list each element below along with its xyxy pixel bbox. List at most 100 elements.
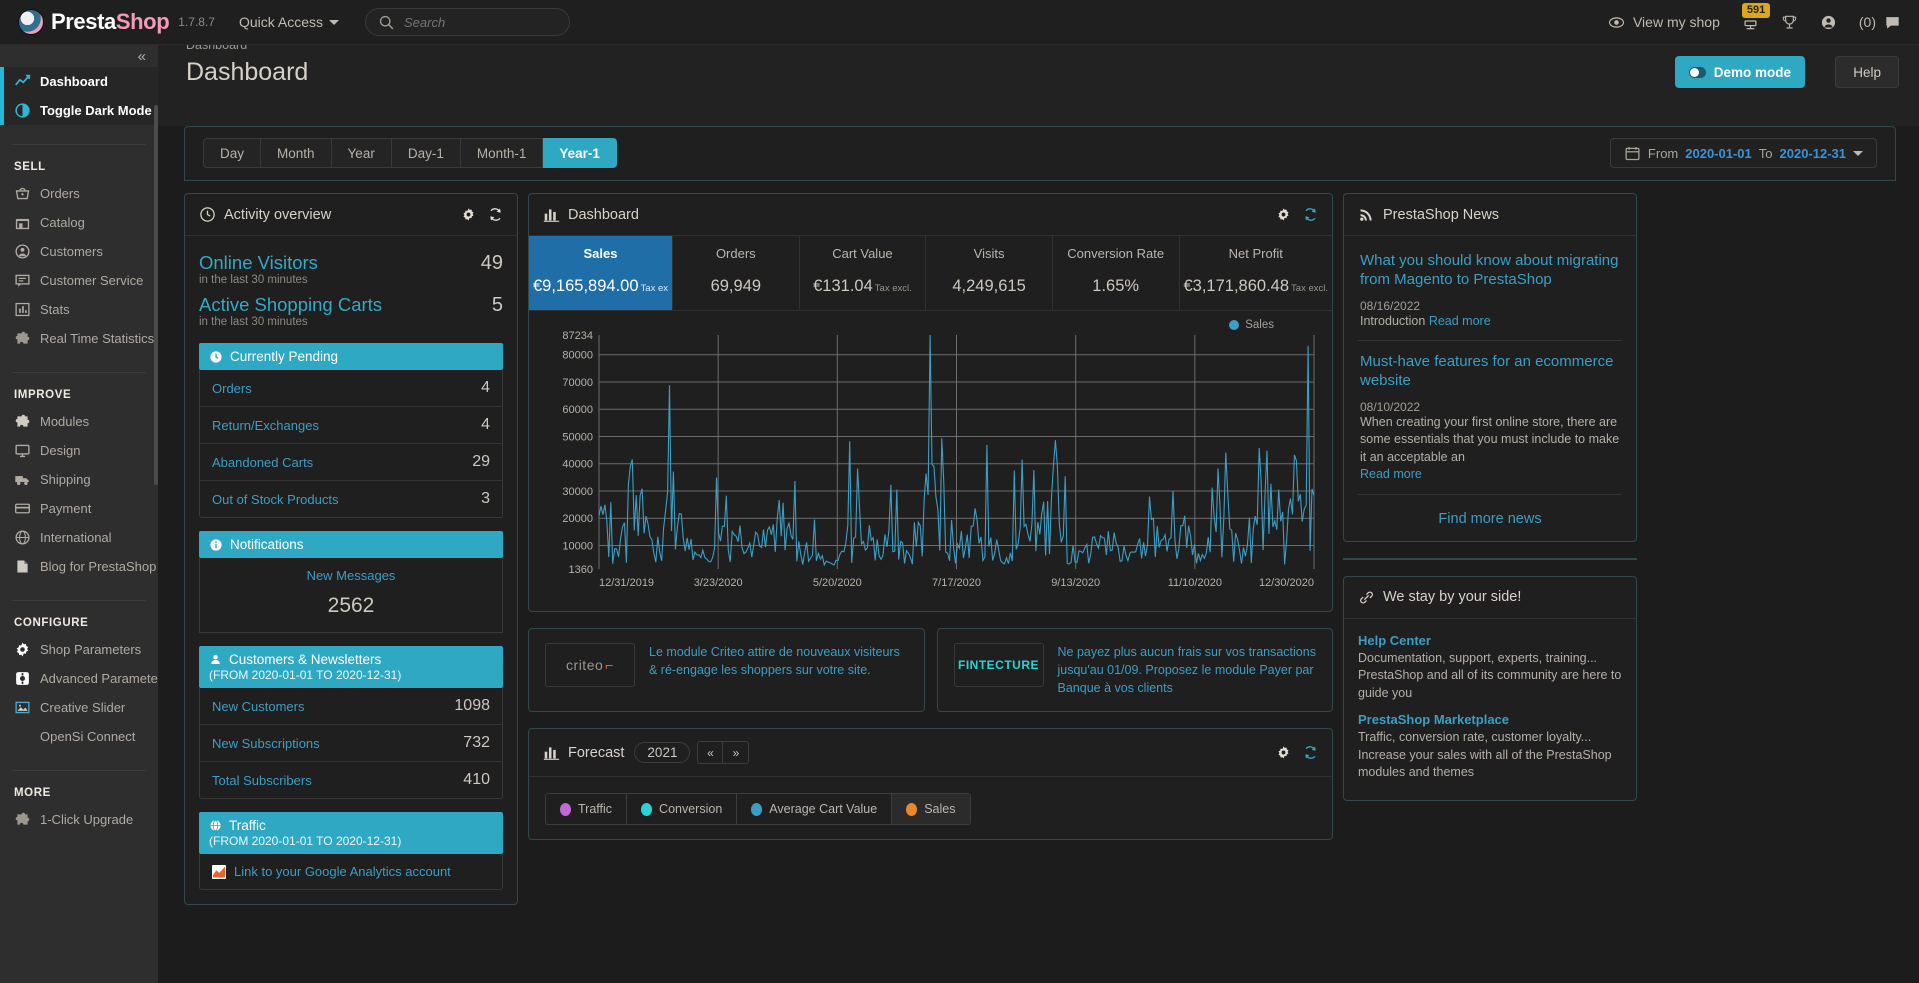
pending-returns-link[interactable]: Return/Exchanges bbox=[212, 418, 319, 433]
sidebar-item-catalog[interactable]: Catalog bbox=[0, 208, 158, 237]
out-of-stock-value: 3 bbox=[481, 490, 490, 507]
total-subscribers-value: 410 bbox=[463, 771, 490, 788]
sidebar-item-opensi-connect[interactable]: OpenSi Connect bbox=[0, 722, 158, 751]
kpi-cart-value[interactable]: Cart Value €131.04 Tax excl. bbox=[800, 236, 927, 310]
refresh-icon[interactable] bbox=[488, 207, 503, 222]
tab-day[interactable]: Day bbox=[203, 138, 262, 168]
kpi-orders[interactable]: Orders 69,949 bbox=[673, 236, 800, 310]
news-title[interactable]: What you should know about migrating fro… bbox=[1360, 252, 1620, 290]
pending-orders-link[interactable]: Orders bbox=[212, 381, 252, 396]
dashboard-main-column: Dashboard Sales €9,165,894.00 Tax ex Orde… bbox=[528, 193, 1333, 856]
promo-banner-criteo[interactable]: criteo ⌐ Le module Criteo attire de nouve… bbox=[528, 628, 925, 713]
kpi-conversion-rate[interactable]: Conversion Rate 1.65% bbox=[1053, 236, 1180, 310]
sidebar-item-international[interactable]: International bbox=[0, 523, 158, 552]
tab-month-1[interactable]: Month-1 bbox=[460, 138, 544, 168]
list-item[interactable]: Abandoned Carts 29 bbox=[200, 444, 502, 481]
trophy-button[interactable] bbox=[1781, 14, 1798, 31]
gear-icon[interactable] bbox=[1276, 745, 1291, 760]
marketplace-link[interactable]: PrestaShop Marketplace bbox=[1358, 712, 1622, 727]
sidebar-item-shop-parameters[interactable]: Shop Parameters bbox=[0, 635, 158, 664]
help-center-link[interactable]: Help Center bbox=[1358, 633, 1622, 648]
new-messages-label[interactable]: New Messages bbox=[200, 568, 502, 583]
news-read-more-link[interactable]: Read more bbox=[1429, 314, 1491, 328]
sidebar-item-blog-for-prestashop[interactable]: Blog for PrestaShop bbox=[0, 552, 158, 581]
prestashop-logo[interactable]: PrestaShop bbox=[18, 9, 170, 35]
messages-button[interactable]: (0) bbox=[1859, 14, 1901, 31]
forecast-next-button[interactable]: » bbox=[723, 741, 750, 765]
gear-icon[interactable] bbox=[461, 207, 476, 222]
search-input[interactable] bbox=[404, 14, 557, 30]
online-visitors-label[interactable]: Online Visitors bbox=[199, 252, 318, 274]
sidebar-item-customers[interactable]: Customers bbox=[0, 237, 158, 266]
kpi-value-number: €9,165,894.00 bbox=[533, 277, 639, 295]
kpi-net-profit[interactable]: Net Profit €3,171,860.48 Tax excl. bbox=[1180, 236, 1333, 310]
account-button[interactable] bbox=[1820, 14, 1837, 31]
online-visitors-sub: in the last 30 minutes bbox=[199, 274, 308, 286]
sidebar-item-creative-slider[interactable]: Creative Slider bbox=[0, 693, 158, 722]
news-title[interactable]: Must-have features for an ecommerce webs… bbox=[1360, 353, 1620, 391]
forecast-legend-conversion[interactable]: Conversion bbox=[627, 794, 738, 825]
list-item[interactable]: Out of Stock Products 3 bbox=[200, 481, 502, 517]
sidebar-item-shipping[interactable]: Shipping bbox=[0, 465, 158, 494]
svg-text:12/30/2020: 12/30/2020 bbox=[1259, 577, 1314, 589]
help-button[interactable]: Help bbox=[1835, 56, 1899, 88]
date-range-picker[interactable]: From 2020-01-01 To 2020-12-31 bbox=[1609, 138, 1877, 168]
orders-notifications-button[interactable]: 591 bbox=[1741, 2, 1771, 31]
sidebar-item-payment[interactable]: Payment bbox=[0, 494, 158, 523]
tab-year[interactable]: Year bbox=[331, 138, 392, 168]
collapse-sidebar-button[interactable]: « bbox=[138, 49, 146, 64]
tab-year-1[interactable]: Year-1 bbox=[543, 138, 617, 168]
promo-banner-fintecture[interactable]: FINTECTURE Ne payez plus aucun frais sur… bbox=[936, 628, 1333, 713]
gear-icon[interactable] bbox=[1276, 207, 1291, 222]
list-item[interactable]: New Subscriptions 732 bbox=[200, 725, 502, 762]
news-read-more-link[interactable]: Read more bbox=[1360, 466, 1620, 484]
google-analytics-link[interactable]: Link to your Google Analytics account bbox=[234, 864, 451, 879]
kpi-sales[interactable]: Sales €9,165,894.00 Tax ex bbox=[529, 236, 673, 310]
sidebar-item-modules[interactable]: Modules bbox=[0, 407, 158, 436]
active-carts-label[interactable]: Active Shopping Carts bbox=[199, 294, 382, 316]
sidebar-item-1-click-upgrade[interactable]: 1-Click Upgrade bbox=[0, 805, 158, 834]
legend-dot-sales bbox=[906, 802, 918, 816]
sidebar-scrollbar[interactable] bbox=[154, 105, 158, 485]
quick-access-menu[interactable]: Quick Access bbox=[239, 14, 339, 30]
svg-text:80000: 80000 bbox=[562, 350, 593, 362]
sidebar-item-dashboard[interactable]: Dashboard bbox=[4, 67, 158, 96]
sidebar-item-orders[interactable]: Orders bbox=[0, 179, 158, 208]
view-my-shop-link[interactable]: View my shop bbox=[1608, 14, 1720, 31]
sidebar-item-design[interactable]: Design bbox=[0, 436, 158, 465]
sidebar-item-label: Toggle Dark Mode bbox=[40, 103, 152, 118]
kpi-value-number: 1.65% bbox=[1092, 277, 1140, 295]
refresh-icon[interactable] bbox=[1303, 207, 1318, 222]
list-item[interactable]: Orders 4 bbox=[200, 370, 502, 407]
tab-day-1[interactable]: Day-1 bbox=[391, 138, 461, 168]
sidebar-item-advanced-parameters[interactable]: Advanced Parameters bbox=[0, 664, 158, 693]
new-subscriptions-link[interactable]: New Subscriptions bbox=[212, 736, 320, 751]
forecast-legend-average-cart-value[interactable]: Average Cart Value bbox=[737, 794, 893, 825]
search-box[interactable] bbox=[365, 8, 570, 36]
total-subscribers-link[interactable]: Total Subscribers bbox=[212, 773, 312, 788]
list-item[interactable]: Total Subscribers 410 bbox=[200, 762, 502, 798]
top-header-bar: PrestaShop 1.7.8.7 Quick Access View my … bbox=[0, 0, 1919, 45]
refresh-icon[interactable] bbox=[1303, 745, 1318, 760]
forecast-year[interactable]: 2021 bbox=[634, 742, 691, 764]
forecast-legend-sales[interactable]: Sales bbox=[892, 794, 970, 825]
sidebar-item-real-time-statistics[interactable]: Real Time Statistics bbox=[0, 324, 158, 353]
activity-overview-header: Activity overview bbox=[185, 194, 517, 236]
sidebar-item-label: Customers bbox=[40, 244, 103, 259]
google-analytics-row[interactable]: Link to your Google Analytics account bbox=[200, 854, 502, 889]
tab-month[interactable]: Month bbox=[261, 138, 332, 168]
out-of-stock-link[interactable]: Out of Stock Products bbox=[212, 492, 338, 507]
forecast-legend-label: Traffic bbox=[578, 802, 613, 817]
sidebar-item-customer-service[interactable]: Customer Service bbox=[0, 266, 158, 295]
list-item[interactable]: New Customers 1098 bbox=[200, 688, 502, 725]
abandoned-carts-link[interactable]: Abandoned Carts bbox=[212, 455, 313, 470]
find-more-news-link[interactable]: Find more news bbox=[1358, 495, 1622, 535]
demo-mode-toggle[interactable]: Demo mode bbox=[1674, 56, 1805, 88]
forecast-legend-traffic[interactable]: Traffic bbox=[546, 794, 628, 825]
forecast-prev-button[interactable]: « bbox=[697, 741, 724, 765]
new-customers-link[interactable]: New Customers bbox=[212, 699, 304, 714]
kpi-visits[interactable]: Visits 4,249,615 bbox=[926, 236, 1053, 310]
sidebar-item-stats[interactable]: Stats bbox=[0, 295, 158, 324]
list-item[interactable]: Return/Exchanges 4 bbox=[200, 407, 502, 444]
sidebar-item-toggle-dark-mode[interactable]: Toggle Dark Mode bbox=[4, 96, 158, 125]
